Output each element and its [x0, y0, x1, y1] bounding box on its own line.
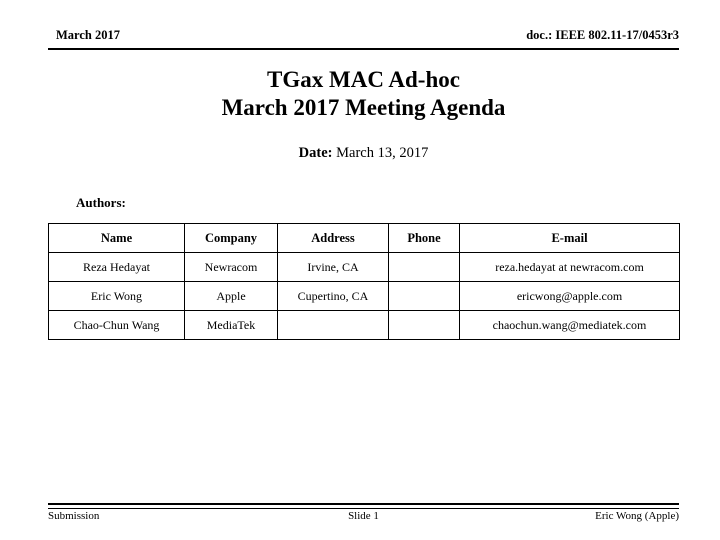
slide-page: { "header": { "left": "March 2017", "rig…: [0, 0, 720, 540]
cell-email: chaochun.wang@mediatek.com: [459, 310, 680, 340]
cell-phone: [388, 310, 460, 340]
footer-author-text: Eric Wong (Apple): [595, 510, 679, 522]
cell-company: Newracom: [184, 252, 278, 282]
column-header-email: E-mail: [459, 223, 680, 253]
header-doc-number: doc.: IEEE 802.11-17/0453r3: [526, 28, 679, 42]
table-row: Chao-Chun Wang MediaTek chaochun.wang@me…: [48, 310, 680, 340]
column-header-name: Name: [48, 223, 185, 253]
cell-phone: [388, 281, 460, 311]
table-header-row: Name Company Address Phone E-mail: [48, 223, 680, 253]
page-title: TGax MAC Ad-hoc March 2017 Meeting Agend…: [48, 66, 679, 122]
cell-company: Apple: [184, 281, 278, 311]
header-date-text: March 2017: [56, 28, 120, 42]
page-title-line-2: March 2017 Meeting Agenda: [221, 95, 506, 120]
cell-name: Reza Hedayat: [48, 252, 185, 282]
cell-name: Chao-Chun Wang: [48, 310, 185, 340]
table-row: Eric Wong Apple Cupertino, CA ericwong@a…: [48, 281, 680, 311]
authors-table: Name Company Address Phone E-mail Reza H…: [48, 223, 680, 340]
footer-divider-rule: [48, 503, 679, 505]
cell-email: reza.hedayat at newracom.com: [459, 252, 680, 282]
cell-name: Eric Wong: [48, 281, 185, 311]
cell-company: MediaTek: [184, 310, 278, 340]
slide-header: March 2017 doc.: IEEE 802.11-17/0453r3: [48, 28, 679, 52]
authors-label: Authors:: [76, 195, 126, 210]
meeting-date-label: Date:: [298, 145, 333, 161]
meeting-date-value: March 13, 2017: [332, 145, 429, 161]
cell-address: [277, 310, 389, 340]
slide-footer: Submission Slide 1 Eric Wong (Apple): [48, 503, 679, 527]
table-row: Reza Hedayat Newracom Irvine, CA reza.he…: [48, 252, 680, 282]
footer-slide-number: Slide 1: [348, 510, 379, 522]
header-divider-rule: [48, 48, 679, 50]
cell-phone: [388, 252, 460, 282]
column-header-phone: Phone: [388, 223, 460, 253]
page-title-line-1: TGax MAC Ad-hoc: [267, 67, 460, 92]
column-header-address: Address: [277, 223, 389, 253]
footer-divider-rule-thin: [48, 508, 679, 509]
cell-email: ericwong@apple.com: [459, 281, 680, 311]
cell-address: Irvine, CA: [277, 252, 389, 282]
cell-address: Cupertino, CA: [277, 281, 389, 311]
column-header-company: Company: [184, 223, 278, 253]
meeting-date-line: Date: March 13, 2017: [48, 143, 679, 163]
